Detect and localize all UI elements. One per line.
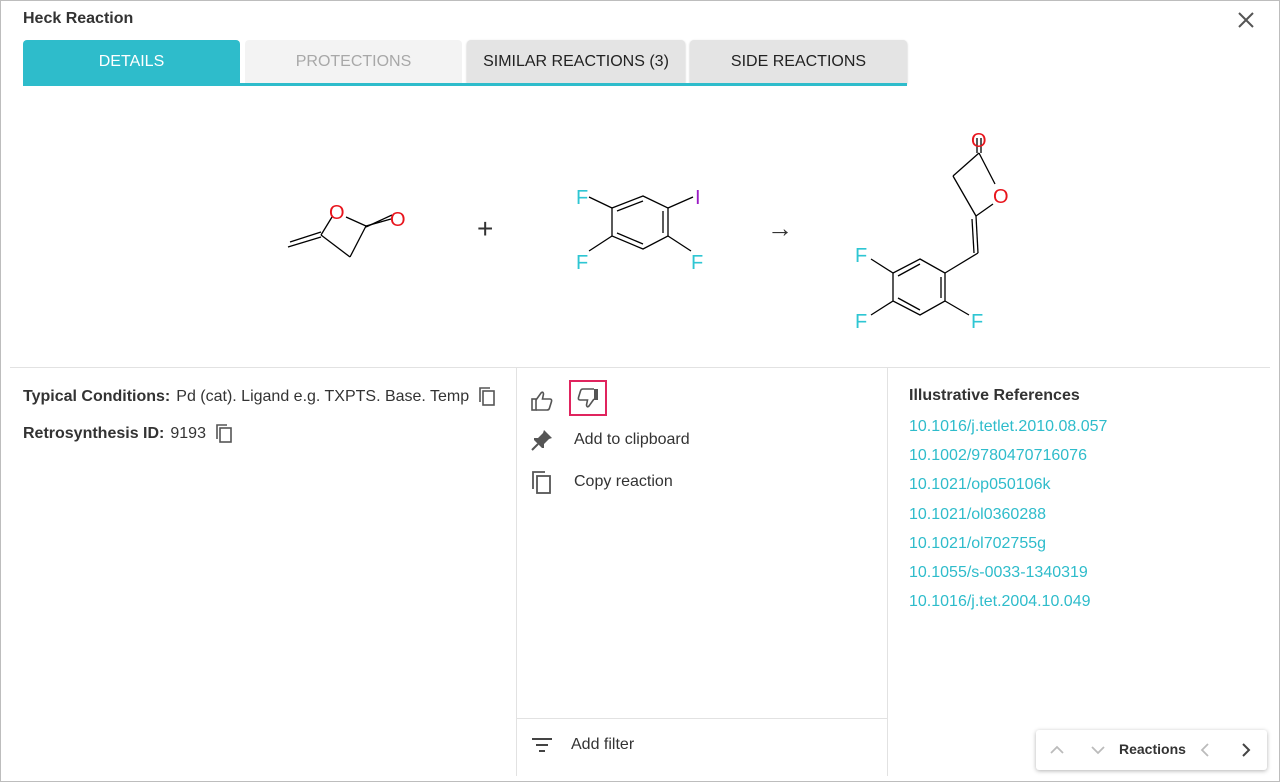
chevron-up-icon[interactable] bbox=[1047, 740, 1067, 760]
oxygen-label: O bbox=[329, 202, 345, 224]
reactant-aryl-iodide bbox=[588, 195, 694, 252]
add-to-clipboard-button[interactable]: Add to clipboard bbox=[529, 427, 690, 453]
reference-link[interactable]: 10.1021/ol0360288 bbox=[909, 505, 1107, 534]
dialog-title: Heck Reaction bbox=[23, 10, 134, 27]
fluorine-label: F bbox=[576, 252, 588, 274]
tab-bar: DETAILS PROTECTIONS SIMILAR REACTIONS (3… bbox=[23, 40, 907, 86]
tab-similar-reactions[interactable]: SIMILAR REACTIONS (3) bbox=[467, 40, 685, 83]
reaction-details-dialog: Heck Reaction DETAILS PROTECTIONS SIMILA… bbox=[0, 0, 1280, 782]
fluorine-label: F bbox=[855, 311, 867, 333]
typical-conditions-value: Pd (cat). Ligand e.g. TXPTS. Base. Temp bbox=[176, 388, 470, 405]
thumbs-up-icon[interactable] bbox=[530, 389, 554, 413]
filter-divider bbox=[517, 718, 887, 719]
reaction-arrow: → bbox=[767, 213, 793, 243]
reaction-navigator: Reactions bbox=[1036, 730, 1267, 770]
reference-link[interactable]: 10.1021/op050106k bbox=[909, 475, 1107, 504]
add-filter-label: Add filter bbox=[571, 736, 635, 753]
plus-sign: + bbox=[477, 213, 493, 244]
oxygen-label: O bbox=[390, 209, 406, 231]
chevron-left-icon[interactable] bbox=[1195, 740, 1215, 760]
fluorine-label: F bbox=[855, 245, 867, 267]
add-filter-button[interactable]: Add filter bbox=[531, 735, 634, 755]
copy-icon bbox=[532, 471, 551, 494]
chevron-down-icon[interactable] bbox=[1088, 740, 1108, 760]
close-icon[interactable] bbox=[1235, 9, 1257, 31]
references-list: 10.1016/j.tetlet.2010.08.057 10.1002/978… bbox=[909, 417, 1107, 621]
reference-link[interactable]: 10.1016/j.tet.2004.10.049 bbox=[909, 592, 1107, 621]
tab-side-reactions[interactable]: SIDE REACTIONS bbox=[690, 40, 907, 83]
copy-reaction-label: Copy reaction bbox=[574, 473, 673, 490]
oxygen-label: O bbox=[993, 186, 1009, 208]
thumbs-down-icon bbox=[577, 388, 598, 408]
copy-icon[interactable] bbox=[477, 386, 497, 408]
copy-reaction-button[interactable]: Copy reaction bbox=[529, 469, 673, 495]
reference-link[interactable]: 10.1016/j.tetlet.2010.08.057 bbox=[909, 417, 1107, 446]
column-divider bbox=[516, 368, 517, 776]
fluorine-label: F bbox=[971, 311, 983, 333]
column-divider bbox=[887, 368, 888, 776]
retrosynthesis-id: Retrosynthesis ID: 9193 bbox=[23, 423, 234, 445]
pin-icon bbox=[531, 430, 552, 451]
navigator-label: Reactions bbox=[1119, 741, 1186, 757]
fluorine-label: F bbox=[691, 252, 703, 274]
reference-link[interactable]: 10.1002/9780470716076 bbox=[909, 446, 1107, 475]
references-title: Illustrative References bbox=[909, 387, 1080, 404]
reference-link[interactable]: 10.1055/s-0033-1340319 bbox=[909, 563, 1107, 592]
fluorine-label: F bbox=[576, 187, 588, 209]
product bbox=[870, 138, 996, 316]
reaction-scheme: O O + F F F I → O O F F F bbox=[287, 130, 1009, 333]
filter-icon bbox=[532, 738, 552, 752]
retrosynthesis-id-label: Retrosynthesis ID: bbox=[23, 425, 165, 442]
reference-link[interactable]: 10.1021/ol702755g bbox=[909, 534, 1107, 563]
tab-protections[interactable]: PROTECTIONS bbox=[245, 40, 462, 83]
typical-conditions-label: Typical Conditions: bbox=[23, 388, 171, 405]
tab-details[interactable]: DETAILS bbox=[23, 40, 240, 83]
retrosynthesis-id-value: 9193 bbox=[170, 425, 206, 442]
section-divider bbox=[10, 367, 1270, 368]
tab-underline bbox=[23, 83, 907, 86]
add-to-clipboard-label: Add to clipboard bbox=[574, 431, 690, 448]
thumbs-down-button[interactable] bbox=[569, 380, 607, 416]
chevron-right-icon[interactable] bbox=[1236, 740, 1256, 760]
iodine-label: I bbox=[695, 187, 701, 209]
typical-conditions: Typical Conditions: Pd (cat). Ligand e.g… bbox=[23, 386, 497, 408]
oxygen-label: O bbox=[971, 130, 987, 152]
copy-icon[interactable] bbox=[214, 423, 234, 445]
